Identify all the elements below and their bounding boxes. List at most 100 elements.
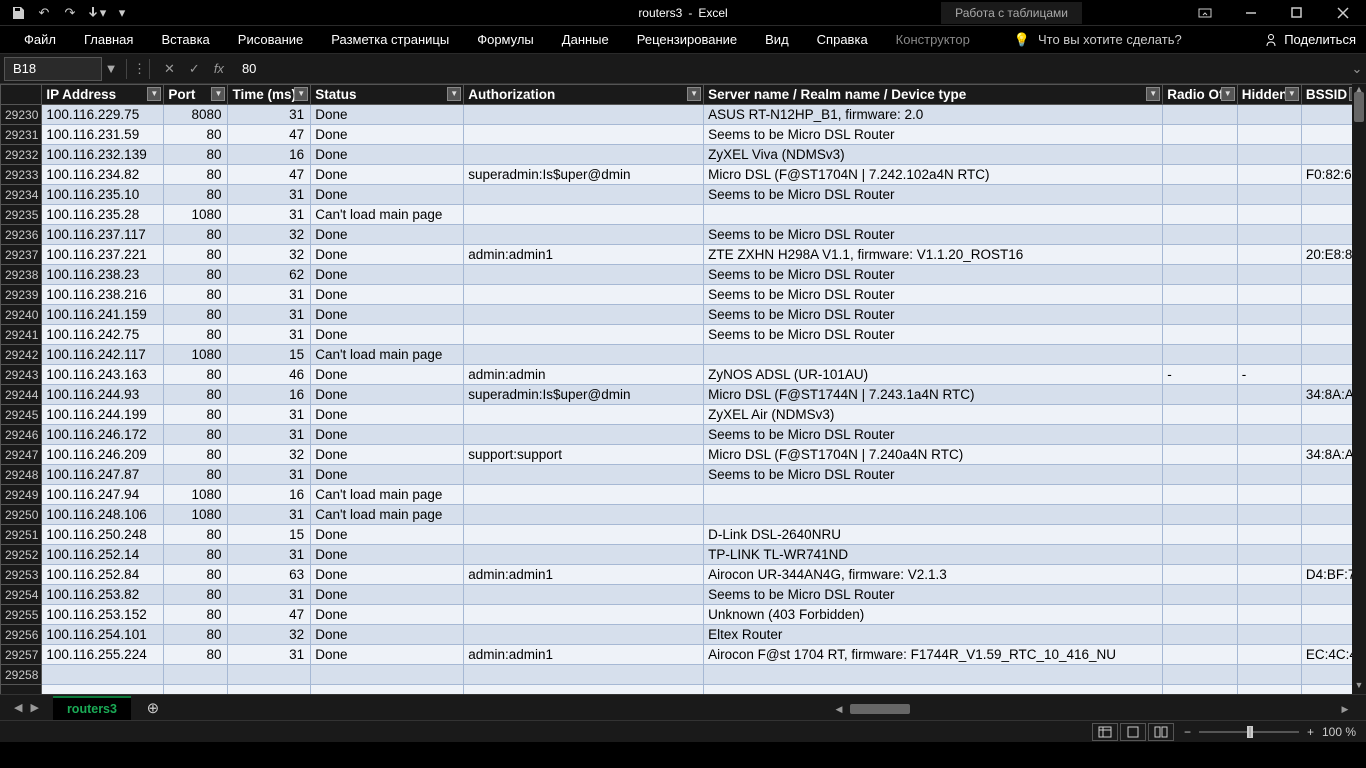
cell[interactable]: - [1163,365,1237,385]
filter-dropdown-icon[interactable]: ▼ [147,87,161,101]
cell[interactable] [464,405,704,425]
cell[interactable]: Done [311,545,464,565]
cell[interactable] [1237,305,1301,325]
cell[interactable] [1237,565,1301,585]
cell[interactable]: 100.116.254.101 [42,625,164,645]
ribbon-options-icon[interactable] [1182,0,1228,26]
cell[interactable]: Done [311,185,464,205]
cell[interactable]: Done [311,305,464,325]
row-header[interactable]: 29235 [1,205,42,225]
formula-input[interactable]: 80 [232,61,1348,76]
cell[interactable]: 80 [164,585,228,605]
row-header[interactable]: 29249 [1,485,42,505]
cell[interactable] [228,665,311,685]
cell[interactable] [1163,525,1237,545]
cell[interactable] [164,665,228,685]
view-page-break-icon[interactable] [1148,723,1174,741]
cell[interactable] [1237,125,1301,145]
cell[interactable]: Unknown (403 Forbidden) [704,605,1163,625]
undo-icon[interactable]: ↶ [32,2,56,24]
tab-page-layout[interactable]: Разметка страницы [317,26,463,53]
cell[interactable] [311,665,464,685]
cell[interactable] [1237,405,1301,425]
cell[interactable]: admin:admin1 [464,645,704,665]
cell[interactable]: admin:admin1 [464,565,704,585]
cell[interactable]: 80 [164,405,228,425]
cell[interactable]: Seems to be Micro DSL Router [704,125,1163,145]
row-header[interactable]: 29233 [1,165,42,185]
cell[interactable]: 31 [228,545,311,565]
tab-view[interactable]: Вид [751,26,803,53]
row-header[interactable]: 29231 [1,125,42,145]
row-header[interactable]: 29236 [1,225,42,245]
cell[interactable] [1163,485,1237,505]
view-page-layout-icon[interactable] [1120,723,1146,741]
cell[interactable]: Done [311,125,464,145]
cell[interactable]: D-Link DSL-2640NRU [704,525,1163,545]
cell[interactable]: ZyXEL Viva (NDMSv3) [704,145,1163,165]
cell[interactable]: 100.116.242.117 [42,345,164,365]
cell[interactable] [1237,205,1301,225]
cell[interactable]: admin:admin [464,365,704,385]
zoom-level[interactable]: 100 % [1322,725,1356,739]
name-box[interactable]: B18 [4,57,102,81]
cell[interactable]: 63 [228,565,311,585]
row-header[interactable]: 29240 [1,305,42,325]
cell[interactable]: 16 [228,145,311,165]
cell[interactable]: 100.116.238.23 [42,265,164,285]
cell[interactable]: 80 [164,225,228,245]
share-button[interactable]: Поделиться [1264,32,1356,47]
cell[interactable] [1237,445,1301,465]
cell[interactable]: 31 [228,465,311,485]
cell[interactable]: 80 [164,545,228,565]
cell[interactable]: Done [311,645,464,665]
cell[interactable]: Done [311,105,464,125]
column-header-time[interactable]: Time (ms)▼ [228,85,311,105]
cell[interactable] [464,145,704,165]
redo-icon[interactable]: ↷ [58,2,82,24]
scroll-left-icon[interactable]: ◀ [832,702,846,716]
cell[interactable]: 80 [164,365,228,385]
row-header[interactable]: 29251 [1,525,42,545]
close-icon[interactable] [1320,0,1366,26]
cell[interactable]: 1080 [164,485,228,505]
cell[interactable] [1237,145,1301,165]
cell[interactable]: 80 [164,165,228,185]
cell[interactable] [1237,605,1301,625]
cell[interactable]: 80 [164,185,228,205]
cell[interactable]: 31 [228,205,311,225]
row-header[interactable]: 29243 [1,365,42,385]
cell[interactable]: ZyNOS ADSL (UR-101AU) [704,365,1163,385]
name-box-dropdown-icon[interactable]: ▼ [102,61,120,76]
cell[interactable]: 100.116.252.14 [42,545,164,565]
table-tools-tab[interactable]: Работа с таблицами [941,2,1082,24]
cell[interactable] [464,545,704,565]
cell[interactable] [464,585,704,605]
cell[interactable] [464,665,704,685]
column-header-server[interactable]: Server name / Realm name / Device type▼ [704,85,1163,105]
cell[interactable]: Done [311,605,464,625]
cell[interactable]: 47 [228,605,311,625]
cell[interactable] [1237,645,1301,665]
select-all-corner[interactable] [1,85,42,105]
row-header[interactable]: 29254 [1,585,42,605]
row-header[interactable]: 29232 [1,145,42,165]
qat-customize-icon[interactable]: ▾ [110,2,134,24]
cell[interactable] [1163,585,1237,605]
tab-design[interactable]: Конструктор [882,26,984,53]
cell[interactable]: 80 [164,605,228,625]
cell[interactable]: Airocon UR-344AN4G, firmware: V2.1.3 [704,565,1163,585]
cell[interactable] [704,345,1163,365]
row-header[interactable]: 29239 [1,285,42,305]
cell[interactable]: 100.116.253.152 [42,605,164,625]
cell[interactable]: 100.116.232.139 [42,145,164,165]
cell[interactable] [464,625,704,645]
cell[interactable]: 80 [164,285,228,305]
cell[interactable]: 31 [228,425,311,445]
fx-icon[interactable]: fx [214,61,224,77]
cell[interactable]: Seems to be Micro DSL Router [704,285,1163,305]
cell[interactable]: 100.116.234.82 [42,165,164,185]
cell[interactable] [1163,165,1237,185]
maximize-icon[interactable] [1274,0,1320,26]
cell[interactable]: 80 [164,245,228,265]
